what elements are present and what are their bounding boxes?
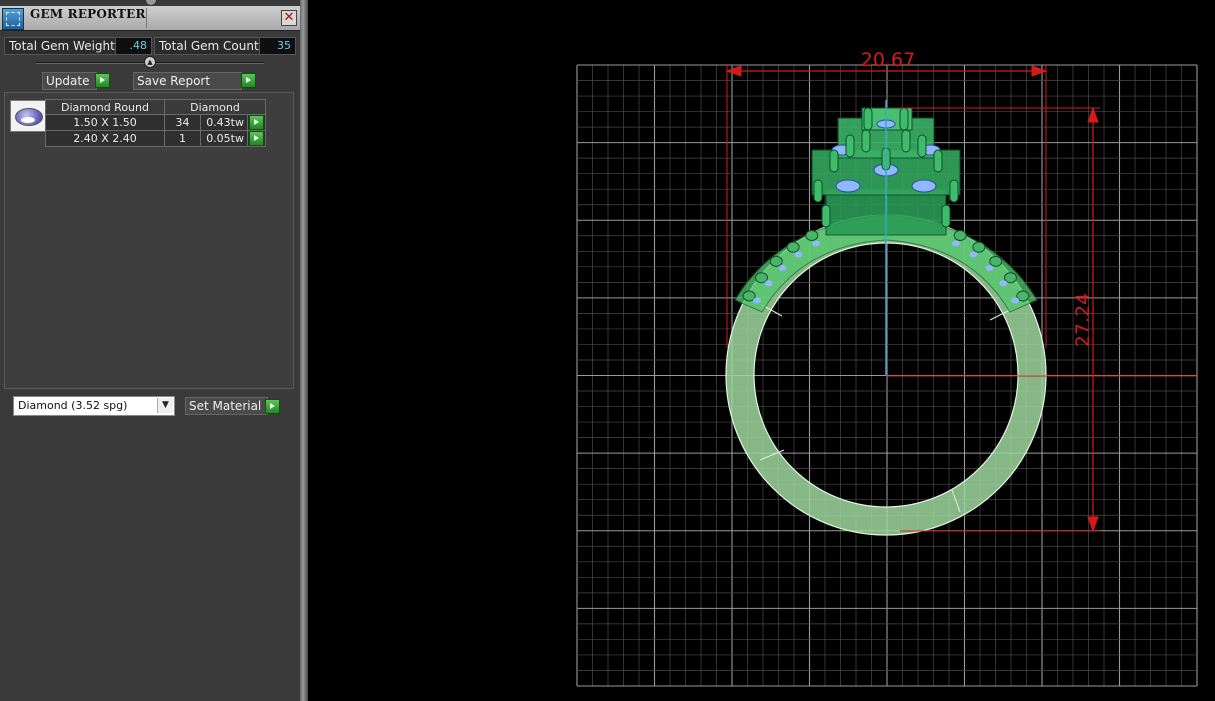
material-header: Diamond [164, 99, 266, 115]
gem-weight: 0.43tw [200, 114, 248, 131]
total-gem-weight-label: Total Gem Weight [4, 37, 117, 55]
set-material-go-icon[interactable] [265, 399, 280, 414]
material-select-value: Diamond (3.52 spg) [18, 399, 128, 412]
table-row[interactable]: 1.50 X 1.50 34 0.43tw [45, 114, 266, 131]
shape-header: Diamond Round [45, 99, 165, 115]
table-row[interactable]: 2.40 X 2.40 1 0.05tw [45, 130, 266, 147]
chevron-down-icon[interactable]: ▼ [157, 398, 173, 413]
gem-table: Diamond Round Diamond 1.50 X 1.50 34 0.4… [45, 99, 266, 147]
row-select-icon[interactable] [249, 131, 264, 146]
gem-size: 1.50 X 1.50 [45, 114, 165, 131]
gem-weight: 0.05tw [200, 130, 248, 147]
save-report-go-icon[interactable] [241, 73, 256, 88]
material-select[interactable]: Diamond (3.52 spg) ▼ [13, 396, 175, 416]
height-dimension-label: 27.24 [1072, 293, 1094, 347]
panel-titlebar: GEM REPORTER ✕ [0, 6, 300, 31]
gem-size: 2.40 X 2.40 [45, 130, 165, 147]
gem-count: 1 [164, 130, 201, 147]
save-report-button[interactable]: Save Report [133, 72, 242, 90]
title-divider [146, 8, 147, 28]
total-gem-weight-value: .48 [115, 37, 152, 55]
diamond-round-thumbnail[interactable] [10, 100, 46, 132]
row-select-icon[interactable] [249, 115, 264, 130]
close-button[interactable]: ✕ [281, 10, 297, 26]
gem-count: 34 [164, 114, 201, 131]
gem-reporter-icon [2, 8, 24, 30]
update-go-icon[interactable] [95, 73, 110, 88]
top-view-viewport[interactable]: 20.67 27.24 [308, 0, 1215, 701]
expand-toggle-icon[interactable]: ▲ [144, 56, 156, 68]
diamond-highlight [21, 117, 35, 123]
update-button[interactable]: Update [42, 72, 97, 90]
total-gem-count-value: 35 [259, 37, 296, 55]
width-dimension-label: 20.67 [861, 49, 915, 71]
set-material-button[interactable]: Set Material [185, 397, 268, 415]
panel-splitter[interactable] [300, 0, 308, 701]
total-gem-count-label: Total Gem Count [154, 37, 260, 55]
panel-title: GEM REPORTER [30, 7, 146, 21]
